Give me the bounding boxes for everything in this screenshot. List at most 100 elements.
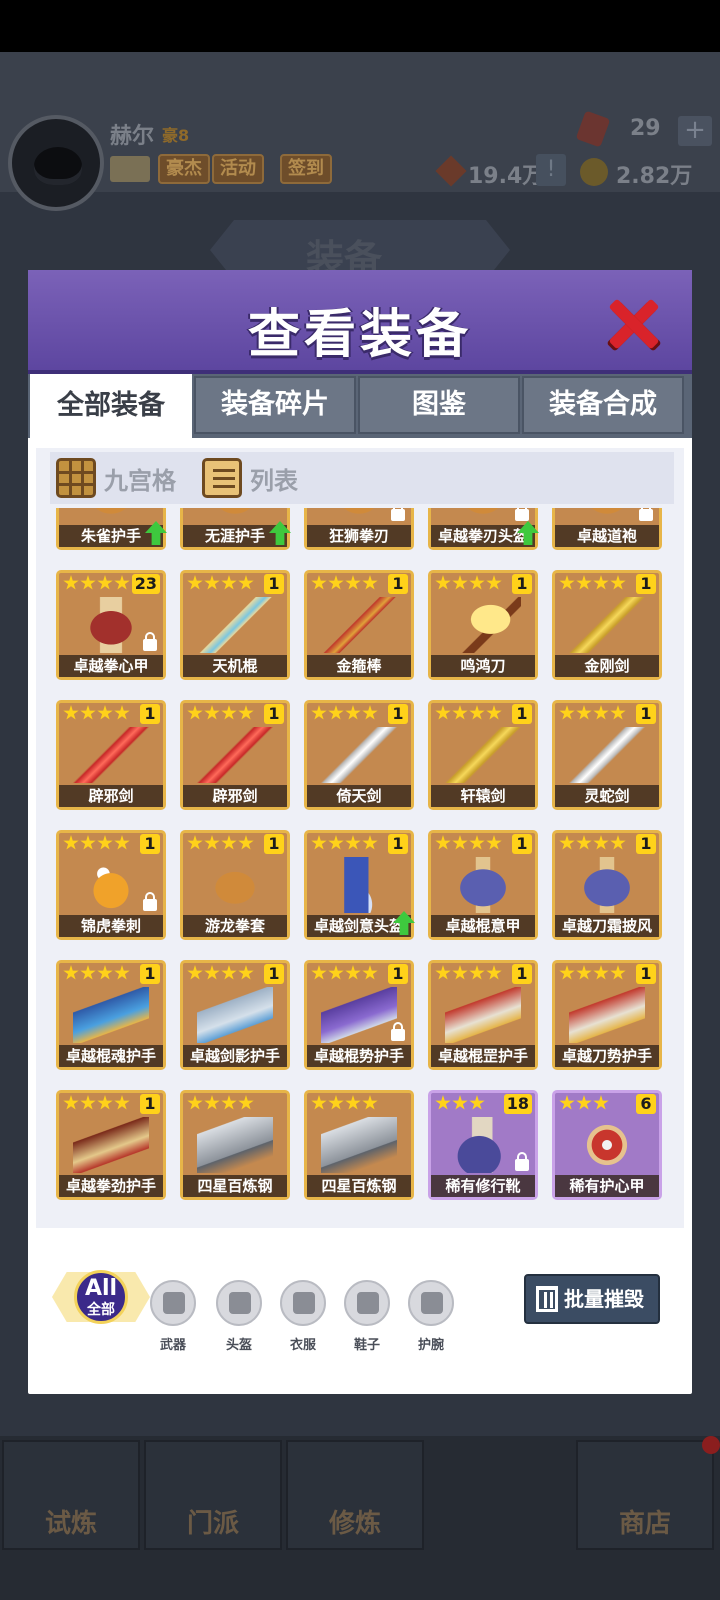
equipment-item[interactable]: 1 辟邪剑: [56, 700, 166, 810]
star-rating: [559, 1095, 610, 1111]
item-name: 卓越拳劲护手: [59, 1175, 163, 1197]
mail-icon[interactable]: [110, 156, 150, 182]
star-icon: [576, 965, 592, 980]
equipment-item[interactable]: 1 卓越拳劲护手: [56, 1090, 166, 1200]
star-icon: [328, 835, 344, 850]
star-icon: [238, 965, 254, 980]
star-icon: [610, 705, 626, 720]
power-value: 19.4万: [468, 164, 545, 189]
item-name: 稀有修行靴: [431, 1175, 535, 1197]
star-icon: [362, 835, 378, 850]
filter-clothes-button[interactable]: [280, 1280, 326, 1326]
gauntlet-icon: [569, 987, 645, 1043]
filter-bracer-button[interactable]: [408, 1280, 454, 1326]
item-count: 1: [636, 704, 656, 724]
equipment-item[interactable]: 无涯护手: [180, 508, 291, 550]
item-count: 1: [264, 834, 284, 854]
star-icon: [469, 835, 485, 850]
equipment-item[interactable]: 1 金刚剑: [552, 570, 662, 680]
star-icon: [593, 1095, 609, 1110]
item-count: 1: [512, 834, 532, 854]
tag-event-button[interactable]: 活动: [212, 154, 264, 184]
equipment-item[interactable]: 1 卓越棍意甲: [428, 830, 538, 940]
star-rating: [187, 1095, 255, 1111]
star-icon: [362, 575, 378, 590]
nav-sect[interactable]: 门派: [144, 1440, 282, 1550]
lock-icon: [515, 1152, 529, 1171]
filter-boots-button[interactable]: [344, 1280, 390, 1326]
nav-trial[interactable]: 试炼: [2, 1440, 140, 1550]
equipment-item[interactable]: 1 卓越刀势护手: [552, 960, 662, 1070]
equipment-item[interactable]: 1 卓越剑影护手: [180, 960, 290, 1070]
equipment-item[interactable]: 1 天机棍: [180, 570, 290, 680]
add-gem-button[interactable]: +: [678, 116, 712, 146]
list-view-option[interactable]: 列表: [202, 456, 298, 500]
filter-helmet-button[interactable]: [216, 1280, 262, 1326]
batch-destroy-label: 批量摧毁: [564, 1287, 644, 1311]
equipment-item[interactable]: 四星百炼钢: [304, 1090, 414, 1200]
equipment-item[interactable]: 1 卓越棍罡护手: [428, 960, 538, 1070]
close-icon[interactable]: [604, 296, 662, 350]
equipment-item[interactable]: 1 游龙拳套: [180, 830, 290, 940]
star-icon: [97, 575, 113, 590]
grid-view-option[interactable]: 九宫格: [56, 456, 176, 500]
equipment-item[interactable]: 23 卓越拳心甲: [56, 570, 166, 680]
equipment-item[interactable]: 1 卓越剑意头盔: [304, 830, 415, 940]
item-count: 1: [264, 704, 284, 724]
equipment-item[interactable]: 1 鸣鸿刀: [428, 570, 538, 680]
filter-all-button[interactable]: All 全部: [74, 1270, 128, 1324]
star-icon: [238, 705, 254, 720]
star-icon: [63, 1095, 79, 1110]
tag-checkin-button[interactable]: 签到: [280, 154, 332, 184]
equipment-item[interactable]: 卓越道袍: [552, 508, 662, 550]
player-name: 赫尔: [110, 124, 155, 149]
star-icon: [328, 575, 344, 590]
item-name: 卓越剑意头盔: [307, 915, 411, 937]
star-icon: [452, 705, 468, 720]
equipment-item[interactable]: 1 卓越棍势护手: [304, 960, 414, 1070]
item-name: 轩辕剑: [431, 785, 535, 807]
tab-catalog[interactable]: 图鉴: [358, 376, 520, 434]
star-icon: [187, 1095, 203, 1110]
star-icon: [452, 1095, 468, 1110]
equipment-item[interactable]: 1 锦虎拳刺: [56, 830, 166, 940]
equipment-item[interactable]: 朱雀护手: [56, 508, 167, 550]
tab-all-equipment[interactable]: 全部装备: [30, 374, 192, 438]
batch-destroy-button[interactable]: 批量摧毁: [524, 1274, 660, 1324]
status-bar: [0, 0, 720, 52]
avatar[interactable]: [8, 115, 104, 211]
item-name: 游龙拳套: [183, 915, 287, 937]
info-button[interactable]: !: [536, 154, 566, 186]
equipment-item[interactable]: 四星百炼钢: [180, 1090, 290, 1200]
item-count: 1: [264, 964, 284, 984]
equipment-item[interactable]: 1 辟邪剑: [180, 700, 290, 810]
list-icon: [202, 458, 242, 498]
filter-weapon-button[interactable]: [150, 1280, 196, 1326]
equipment-item[interactable]: 1 金箍棒: [304, 570, 414, 680]
tab-equipment-fragments[interactable]: 装备碎片: [194, 376, 356, 434]
nav-cultivate[interactable]: 修炼: [286, 1440, 424, 1550]
equipment-item[interactable]: 狂狮拳刃: [304, 508, 414, 550]
star-rating: [559, 705, 627, 721]
star-icon: [435, 705, 451, 720]
item-count: 1: [264, 574, 284, 594]
equipment-item[interactable]: 18 稀有修行靴: [428, 1090, 538, 1200]
equipment-item[interactable]: 1 卓越棍魂护手: [56, 960, 166, 1070]
equipment-item[interactable]: 1 倚天剑: [304, 700, 414, 810]
nav-shop[interactable]: 商店: [576, 1440, 714, 1550]
star-icon: [610, 575, 626, 590]
equipment-item[interactable]: 1 卓越刀霜披风: [552, 830, 662, 940]
item-name: 朱雀护手: [59, 525, 163, 547]
star-icon: [469, 965, 485, 980]
equipment-item[interactable]: 6 稀有护心甲: [552, 1090, 662, 1200]
star-icon: [559, 965, 575, 980]
tab-equipment-craft[interactable]: 装备合成: [522, 376, 684, 434]
star-rating: [63, 835, 131, 851]
claw-icon: [73, 857, 149, 913]
star-rating: [187, 575, 255, 591]
equipment-item[interactable]: 1 灵蛇剑: [552, 700, 662, 810]
equipment-grid: 朱雀护手 无涯护手 狂狮拳刃 卓越拳刃头盔 卓越道袍 23 卓越拳心甲 1 天机棍 1 金箍棒 1 鸣鸿…: [36, 508, 684, 1224]
equipment-item[interactable]: 卓越拳刃头盔: [428, 508, 539, 550]
equipment-item[interactable]: 1 轩辕剑: [428, 700, 538, 810]
tag-hero-button[interactable]: 豪杰: [158, 154, 210, 184]
